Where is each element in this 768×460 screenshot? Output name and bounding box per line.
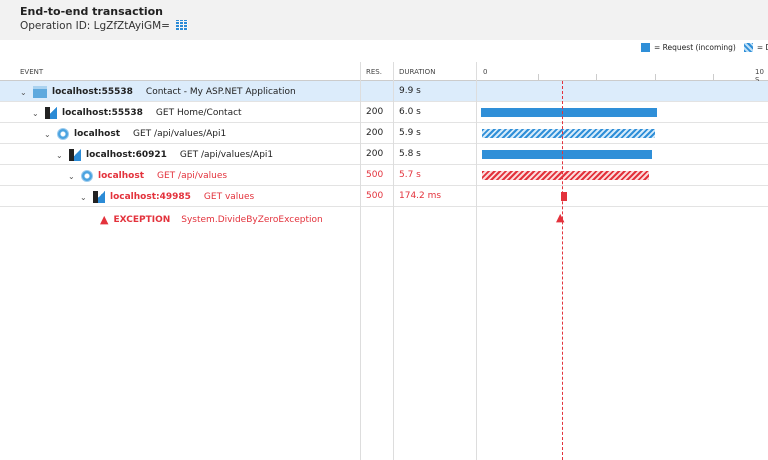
row-host: localhost [74,129,120,139]
header: End-to-end transaction Operation ID: LgZ… [0,0,768,40]
row-name: GET Home/Contact [156,108,242,118]
row-res: 200 [366,107,383,117]
timeline-bar[interactable] [482,129,655,138]
browser-icon [33,86,47,98]
column-header: EVENT RES. DURATION 0 10 S [0,64,768,81]
chevron-down-icon[interactable]: ⌄ [68,172,76,181]
chevron-down-icon[interactable]: ⌄ [32,109,40,118]
timeline-bar[interactable] [482,171,649,180]
server-icon [45,107,57,119]
grid-icon[interactable] [176,20,188,30]
row-duration: 9.9 s [399,86,421,96]
axis-start: 0 [483,68,487,76]
row-duration: 6.0 s [399,107,421,117]
globe-icon [81,170,93,182]
axis-tick [596,74,597,80]
selected-time-marker [562,81,563,460]
table-row[interactable]: ⌄ localhost:55538 Contact - My ASP.NET App… [0,81,768,102]
row-host: localhost:55538 [62,108,143,118]
table-row[interactable]: ⌄ localhost GET /api/values/Api1 200 5.9 s [0,123,768,144]
legend-dependency: = De [757,43,768,52]
exception-label: EXCEPTION [113,215,170,225]
row-res: 200 [366,128,383,138]
row-host: localhost:60921 [86,150,167,160]
globe-icon [57,128,69,140]
row-duration: 174.2 ms [399,191,441,201]
axis-tick [538,74,539,80]
chevron-down-icon[interactable]: ⌄ [56,151,64,160]
operation-id-text: Operation ID: LgZfZtAyiGM= [20,20,170,32]
server-icon [93,191,105,203]
column-divider [476,62,477,460]
legend-request: = Request (incoming) [654,43,736,52]
row-host: localhost:55538 [52,87,133,97]
row-duration: 5.9 s [399,128,421,138]
legend: = Request (incoming) = De [641,43,768,52]
axis-tick [713,74,714,80]
col-duration[interactable]: DURATION [399,68,435,76]
row-name: GET values [204,192,254,202]
exception-marker-icon: ▲ [556,211,564,224]
table-row[interactable]: ⌄ localhost:49985 GET values 500 174.2 ms [0,186,768,207]
row-host: localhost [98,171,144,181]
row-name: GET /api/values/Api1 [180,150,273,160]
dependency-swatch-icon [744,43,753,52]
page-title: End-to-end transaction [20,5,163,18]
timeline-bar[interactable] [481,108,657,117]
chevron-down-icon[interactable]: ⌄ [80,193,88,202]
server-icon [69,149,81,161]
row-duration: 5.7 s [399,170,421,180]
table-row[interactable]: ⌄ localhost GET /api/values 500 5.7 s [0,165,768,186]
row-name: Contact - My ASP.NET Application [146,87,296,97]
row-name: GET /api/values [157,171,227,181]
operation-id: Operation ID: LgZfZtAyiGM= [20,20,188,32]
row-name: GET /api/values/Api1 [133,129,226,139]
axis-tick [655,74,656,80]
table-row[interactable]: ⌄ localhost:60921 GET /api/values/Api1 200… [0,144,768,165]
row-res: 500 [366,170,383,180]
column-divider [393,62,394,460]
chevron-down-icon[interactable]: ⌄ [44,130,52,139]
row-host: localhost:49985 [110,192,191,202]
col-res[interactable]: RES. [366,68,382,76]
request-swatch-icon [641,43,650,52]
exception-name: System.DivideByZeroException [181,215,322,225]
row-res: 200 [366,149,383,159]
table-row[interactable]: ⌄ localhost:55538 GET Home/Contact 200 6.0… [0,102,768,123]
chevron-down-icon[interactable]: ⌄ [20,88,28,97]
exception-row[interactable]: ▲ EXCEPTION System.DivideByZeroException ▲ [0,208,768,229]
column-divider [360,62,361,460]
col-event[interactable]: EVENT [20,68,43,76]
row-duration: 5.8 s [399,149,421,159]
row-res: 500 [366,191,383,201]
timeline-bar[interactable] [482,150,652,159]
warning-icon: ▲ [100,213,108,226]
